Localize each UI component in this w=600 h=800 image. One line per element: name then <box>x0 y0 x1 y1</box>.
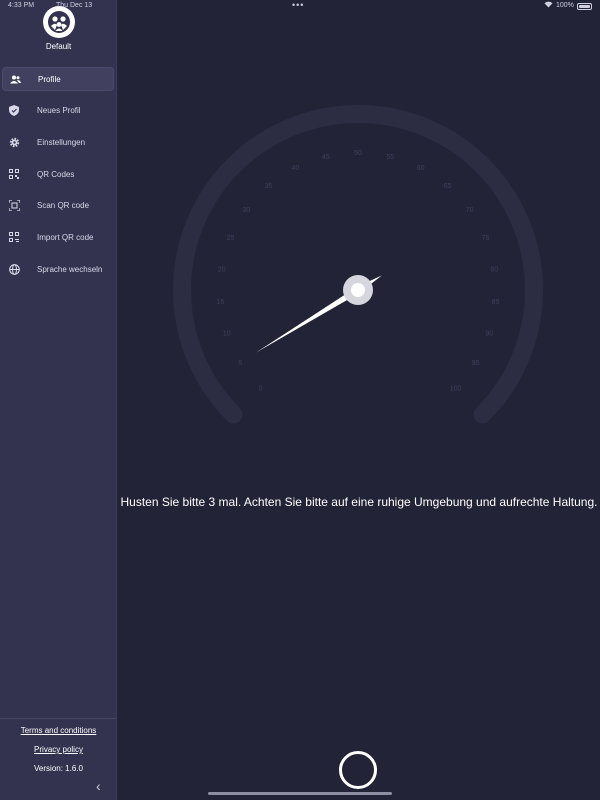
sidebar-item-import-qr[interactable]: Import QR code <box>2 225 114 249</box>
privacy-link[interactable]: Privacy policy <box>0 743 117 757</box>
wifi-icon <box>544 1 553 10</box>
status-date: Thu Dec 13 <box>56 2 93 9</box>
gauge-tick-label: 15 <box>217 299 225 306</box>
gauge-tick-label: 90 <box>485 331 493 338</box>
sidebar-item-profile[interactable]: Profile <box>2 67 114 91</box>
gauge-hub-center <box>351 283 365 297</box>
gauge-tick-label: 85 <box>492 299 500 306</box>
users-icon <box>9 73 21 85</box>
version-label: Version: 1.6.0 <box>34 764 83 773</box>
sidebar-item-new-profile[interactable]: Neues Profil <box>2 99 114 123</box>
gauge-tick-label: 95 <box>472 360 480 367</box>
gauge-tick-label: 10 <box>223 331 231 338</box>
gear-icon <box>8 136 20 148</box>
cough-gauge: 0 5 10 15 20 25 30 35 40 45 50 55 60 65 70 75 80 85 90 95 10… <box>170 102 546 478</box>
status-time: 4:33 PM <box>8 2 35 9</box>
battery-icon <box>577 3 592 10</box>
globe-icon <box>8 263 20 275</box>
profile-header[interactable]: Default <box>0 6 117 51</box>
gauge-tick-label: 50 <box>354 150 362 157</box>
sidebar-item-label: Profile <box>38 74 61 84</box>
battery-percentage: 100% <box>556 2 574 9</box>
gauge-tick-label: 80 <box>490 266 498 273</box>
gauge-tick-label: 45 <box>322 154 330 161</box>
sidebar-item-label: QR Codes <box>37 169 75 179</box>
record-button[interactable] <box>339 751 377 789</box>
sidebar-footer: Terms and conditions Privacy policy Vers… <box>0 718 117 776</box>
sidebar-item-label: Import QR code <box>37 232 94 242</box>
qr-code-icon <box>8 168 20 180</box>
gauge-tick-label: 0 <box>258 386 262 393</box>
scan-icon <box>8 200 20 212</box>
group-icon <box>47 11 70 33</box>
qr-import-icon <box>8 231 20 243</box>
sidebar-item-label: Scan QR code <box>37 201 90 211</box>
gauge-tick-label: 55 <box>386 154 394 161</box>
gauge-tick-label: 75 <box>482 235 490 242</box>
sidebar-nav: Profile Neues Profil Einstellungen QR Co… <box>0 67 117 289</box>
gauge-tick-label: 5 <box>238 360 242 367</box>
home-indicator <box>208 792 392 795</box>
shield-icon <box>8 105 20 117</box>
gauge-tick-label: 20 <box>218 266 226 273</box>
sidebar-item-label: Neues Profil <box>37 106 81 116</box>
gauge-tick-label: 35 <box>264 183 272 190</box>
sidebar-item-label: Einstellungen <box>37 137 86 147</box>
gauge-tick-label: 100 <box>450 386 462 393</box>
multitask-dots[interactable]: ••• <box>292 0 304 10</box>
profile-name: Default <box>45 42 72 51</box>
sidebar-item-label: Sprache wechseln <box>37 264 103 274</box>
gauge-svg: 0 5 10 15 20 25 30 35 40 45 50 55 60 65 70 75 80 85 90 95 10… <box>173 105 543 424</box>
sidebar-item-qr-codes[interactable]: QR Codes <box>2 162 114 186</box>
sidebar-item-scan-qr[interactable]: Scan QR code <box>2 194 114 218</box>
collapse-sidebar-chevron-icon[interactable]: ‹ <box>96 778 101 794</box>
gauge-tick-label: 60 <box>417 165 425 172</box>
gauge-tick-label: 65 <box>444 183 452 190</box>
sidebar-item-language[interactable]: Sprache wechseln <box>2 257 114 281</box>
gauge-tick-label: 30 <box>242 207 250 214</box>
gauge-tick-label: 40 <box>291 165 299 172</box>
status-bar: 4:33 PM Thu Dec 13 ••• 100% <box>0 0 600 12</box>
terms-link[interactable]: Terms and conditions <box>0 724 117 738</box>
sidebar: Default Profile Neues Profil Einstellung… <box>0 0 117 800</box>
sidebar-item-settings[interactable]: Einstellungen <box>2 130 114 154</box>
instruction-text: Husten Sie bitte 3 mal. Achten Sie bitte… <box>120 495 598 509</box>
gauge-tick-label: 70 <box>466 207 474 214</box>
gauge-track <box>173 105 543 424</box>
gauge-tick-label: 25 <box>227 235 235 242</box>
